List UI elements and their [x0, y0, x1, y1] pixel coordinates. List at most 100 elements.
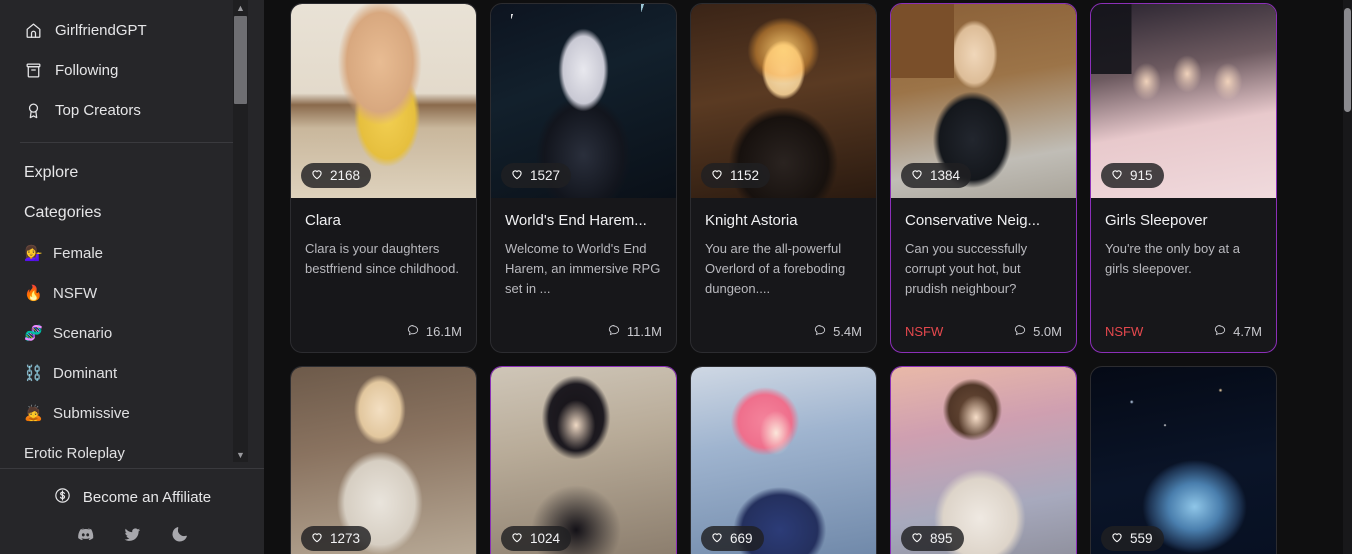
dark-mode-moon-icon[interactable]: [170, 525, 189, 544]
affiliate-label: Become an Affiliate: [82, 488, 212, 506]
app-root: GirlfriendGPT Following Top Creators Exp…: [0, 0, 1352, 554]
become-an-affiliate-button[interactable]: Become an Affiliate: [0, 483, 264, 511]
likes-badge: 1273: [301, 526, 372, 551]
likes-count: 1024: [530, 531, 561, 546]
bowing-person-emoji-icon: 🙇: [24, 404, 43, 422]
card-thumbnail[interactable]: 1384: [891, 4, 1076, 198]
cards-row-2: 1273 1024 669 895 559: [264, 366, 1352, 554]
messages-count-group: 5.4M: [813, 323, 862, 340]
heart-icon: [310, 167, 324, 184]
sidebar-scroll-area: GirlfriendGPT Following Top Creators Exp…: [0, 0, 264, 468]
likes-badge: 559: [1101, 526, 1164, 551]
heart-icon: [1110, 530, 1124, 547]
card-character[interactable]: 895: [890, 366, 1077, 554]
heart-icon: [1110, 167, 1124, 184]
card-thumbnail[interactable]: 1024: [491, 367, 676, 554]
card-thumbnail[interactable]: 2168: [291, 4, 476, 198]
card-character[interactable]: 1152 Knight Astoria You are the all-powe…: [690, 3, 877, 353]
card-title: Clara: [305, 212, 341, 229]
card-character[interactable]: 669: [690, 366, 877, 554]
likes-count: 669: [730, 531, 753, 546]
chains-emoji-icon: ⛓️: [24, 364, 43, 382]
sidebar-scroll-track[interactable]: [233, 15, 248, 447]
sidebar-category-label: Erotic Roleplay: [24, 444, 125, 462]
likes-count: 559: [1130, 531, 1153, 546]
chat-bubble-icon: [1013, 323, 1027, 340]
sidebar-category-submissive[interactable]: 🙇 Submissive: [0, 393, 264, 433]
heart-icon: [510, 530, 524, 547]
card-thumbnail[interactable]: 1527: [491, 4, 676, 198]
sidebar-category-erotic-roleplay[interactable]: Erotic Roleplay: [0, 433, 264, 468]
messages-count-group: 5.0M: [1013, 323, 1062, 340]
likes-count: 1384: [930, 168, 961, 183]
card-character[interactable]: 559: [1090, 366, 1277, 554]
sidebar-heading-explore: Explore: [24, 164, 79, 181]
sidebar-scrollbar[interactable]: ▲ ▼: [233, 0, 248, 462]
page-scroll-thumb[interactable]: [1344, 8, 1351, 112]
card-thumbnail[interactable]: 1152: [691, 4, 876, 198]
card-description: You are the all-powerful Overlord of a f…: [705, 241, 846, 296]
sidebar-category-label: Submissive: [53, 404, 130, 422]
heart-icon: [910, 530, 924, 547]
sidebar-category-female[interactable]: 💁‍♀️ Female: [0, 233, 264, 273]
chat-bubble-icon: [406, 323, 420, 340]
likes-badge: 895: [901, 526, 964, 551]
likes-count: 1152: [730, 168, 760, 183]
sidebar-item-girlfriendgpt[interactable]: GirlfriendGPT: [0, 10, 264, 50]
sidebar-category-nsfw[interactable]: 🔥 NSFW: [0, 273, 264, 313]
chat-bubble-icon: [1213, 323, 1227, 340]
card-thumbnail[interactable]: 915: [1091, 4, 1276, 198]
card-description: Welcome to World's End Harem, an immersi…: [505, 241, 661, 296]
card-character[interactable]: 1273: [290, 366, 477, 554]
sidebar-item-top-creators[interactable]: Top Creators: [0, 90, 264, 130]
archive-box-icon: [24, 61, 43, 80]
card-body: World's End Harem... Welcome to World's …: [491, 198, 676, 313]
card-thumbnail[interactable]: 669: [691, 367, 876, 554]
heart-icon: [710, 530, 724, 547]
card-character[interactable]: 1024: [490, 366, 677, 554]
discord-icon[interactable]: [76, 525, 95, 544]
card-title: Conservative Neig...: [905, 212, 1041, 229]
sidebar-category-scenario[interactable]: 🧬 Scenario: [0, 313, 264, 353]
card-body: Conservative Neig... Can you successfull…: [891, 198, 1076, 313]
fire-emoji-icon: 🔥: [24, 284, 43, 302]
card-description: Clara is your daughters bestfriend since…: [305, 241, 459, 276]
likes-count: 1273: [330, 531, 361, 546]
female-emoji-icon: 💁‍♀️: [24, 244, 43, 262]
likes-badge: 2168: [301, 163, 372, 188]
card-footer: 5.4M: [691, 313, 876, 352]
scroll-down-arrow-icon[interactable]: ▼: [233, 447, 248, 462]
sidebar-scroll-thumb[interactable]: [234, 16, 247, 104]
messages-count: 11.1M: [626, 324, 662, 339]
sidebar-item-following[interactable]: Following: [0, 50, 264, 90]
card-character[interactable]: 2168 Clara Clara is your daughters bestf…: [290, 3, 477, 353]
home-icon: [24, 21, 43, 40]
likes-badge: 915: [1101, 163, 1164, 188]
likes-count: 895: [930, 531, 953, 546]
award-icon: [24, 101, 43, 120]
card-character[interactable]: 1384 Conservative Neig... Can you succes…: [890, 3, 1077, 353]
card-thumbnail[interactable]: 1273: [291, 367, 476, 554]
messages-count: 5.0M: [1033, 324, 1062, 339]
cards-main-area: 2168 Clara Clara is your daughters bestf…: [264, 0, 1352, 554]
card-thumbnail[interactable]: 895: [891, 367, 1076, 554]
card-character[interactable]: 1527 World's End Harem... Welcome to Wor…: [490, 3, 677, 353]
chat-bubble-icon: [813, 323, 827, 340]
messages-count: 16.1M: [425, 324, 462, 339]
scroll-up-arrow-icon[interactable]: ▲: [233, 0, 248, 15]
card-footer: NSFW 5.0M: [891, 313, 1076, 352]
likes-badge: 1384: [901, 163, 972, 188]
likes-badge: 669: [701, 526, 764, 551]
sidebar-category-dominant[interactable]: ⛓️ Dominant: [0, 353, 264, 393]
heart-icon: [710, 167, 724, 184]
nsfw-badge: NSFW: [1105, 324, 1144, 339]
twitter-icon[interactable]: [123, 525, 142, 544]
card-character[interactable]: 915 Girls Sleepover You're the only boy …: [1090, 3, 1277, 353]
likes-count: 915: [1130, 168, 1153, 183]
cards-row-1: 2168 Clara Clara is your daughters bestf…: [264, 3, 1352, 353]
page-scrollbar[interactable]: [1343, 0, 1352, 554]
card-description: You're the only boy at a girls sleepover…: [1105, 241, 1240, 276]
nsfw-badge: NSFW: [905, 324, 944, 339]
messages-count-group: 16.1M: [406, 323, 462, 340]
card-thumbnail[interactable]: 559: [1091, 367, 1276, 554]
